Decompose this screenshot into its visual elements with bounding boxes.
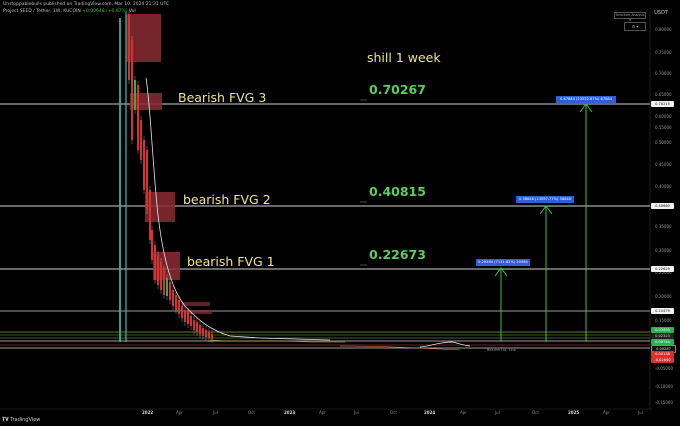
candle-body <box>166 278 168 296</box>
candle-body <box>196 322 198 332</box>
target-arrow-3 <box>579 103 593 342</box>
time-tick: Apr <box>460 410 467 415</box>
price-tick: -0.15000 <box>655 400 673 405</box>
candle-body <box>175 295 177 310</box>
candle-body <box>140 120 142 160</box>
price-tag-70: 0.70215 <box>651 101 674 107</box>
candle-body <box>193 320 195 330</box>
shill-annotation: shill 1 week <box>367 50 441 65</box>
candle-body <box>181 306 183 318</box>
time-tick: Jul <box>213 410 218 415</box>
fvg-zone-small-a <box>182 302 210 306</box>
price-tick: -0.10000 <box>655 384 673 389</box>
candle-body <box>187 312 189 324</box>
price-tag-40: 0.40660 <box>651 203 674 209</box>
price-tag-10: 0.10479 <box>651 308 674 314</box>
time-tick: Oct <box>532 410 539 415</box>
time-tick: 2025 <box>568 410 580 415</box>
candle-body <box>143 140 145 190</box>
tv-logo-text: TradingView <box>10 417 41 423</box>
price-tick: 0.20000 <box>655 294 672 299</box>
candle-body <box>184 310 186 322</box>
price-tick: 0.50000 <box>655 140 672 145</box>
candle-body <box>134 80 136 110</box>
candle-body <box>151 230 153 260</box>
candle-body <box>128 14 130 80</box>
candle-body <box>199 325 201 334</box>
target-3-value: 0.70267 <box>369 82 426 97</box>
time-tick: Oct <box>248 410 255 415</box>
fvg1-annotation: bearish FVG 1 <box>187 254 275 269</box>
price-tick: 0.60000 <box>655 114 672 119</box>
candle-body <box>172 290 174 306</box>
candle-body <box>149 190 151 240</box>
price-tick: 0.75000 <box>655 50 672 55</box>
price-tick: 0.80000 <box>655 27 672 32</box>
price-tick: 0.40000 <box>655 184 672 189</box>
price-tag-22: 0.22629 <box>651 266 674 272</box>
target-1-value: 0.22673 <box>369 247 426 262</box>
candle-body <box>146 150 148 210</box>
target-2-value: 0.40815 <box>369 184 426 199</box>
target-arrow-2 <box>539 205 553 342</box>
price-tick: -0.05000 <box>655 366 673 371</box>
time-tick: Jul <box>354 410 359 415</box>
candle-body <box>169 282 171 300</box>
fvg3-annotation: Bearish FVG 3 <box>178 90 267 105</box>
candle-body <box>205 330 207 337</box>
candle-body <box>137 85 139 150</box>
price-tick: 0.45000 <box>655 162 672 167</box>
time-tick: Jul <box>495 410 500 415</box>
candle-body <box>208 332 210 338</box>
tv-logo-icon: 𝐓𝐕 <box>2 417 9 423</box>
price-tick: 0.65000 <box>655 92 672 97</box>
gain-tag-2: 0.38648 (13397.77%) 38648 <box>516 196 574 203</box>
time-tick: 2024 <box>424 410 436 415</box>
baseline-note: Bearish Liq. Line <box>487 348 516 352</box>
time-tick: Apr <box>319 410 326 415</box>
price-tick: 0.35000 <box>655 224 672 229</box>
time-tick: Apr <box>603 410 610 415</box>
candle-body <box>163 270 165 295</box>
recent-price-squiggle <box>419 341 471 348</box>
candle-body <box>178 300 180 314</box>
target-arrow-1 <box>494 267 508 342</box>
candle-body <box>202 328 204 336</box>
candle-body <box>131 40 133 140</box>
time-tick: Apr <box>176 410 183 415</box>
price-tag-f: -0.02640 <box>651 357 674 363</box>
gain-tag-1: 0.20564 (7131.82%) 20564 <box>476 259 530 266</box>
price-tick: 0.70000 <box>655 71 672 76</box>
time-tick: Jul <box>638 410 643 415</box>
price-tick: 0.55000 <box>655 125 672 130</box>
candle-body <box>157 255 159 285</box>
fvg2-annotation: bearish FVG 2 <box>183 192 271 207</box>
price-chart[interactable]: Bearish Liq. Line <box>0 0 680 426</box>
candle-body <box>154 245 156 280</box>
time-tick: 2022 <box>142 410 154 415</box>
candle-body <box>190 316 192 326</box>
time-tick: 2023 <box>284 410 296 415</box>
price-tick: 0.30000 <box>655 248 672 253</box>
chart-screenshot: Unstoppablebulls published on TradingVie… <box>0 0 680 426</box>
gain-tag-3: 0.67884 (23532.87%) 67884 <box>556 96 616 103</box>
candle-body <box>160 262 162 290</box>
price-tick: 0.15000 <box>655 318 672 323</box>
candle-body <box>211 334 213 339</box>
time-tick: Oct <box>390 410 397 415</box>
tradingview-logo: 𝐓𝐕 TradingView <box>2 417 40 423</box>
